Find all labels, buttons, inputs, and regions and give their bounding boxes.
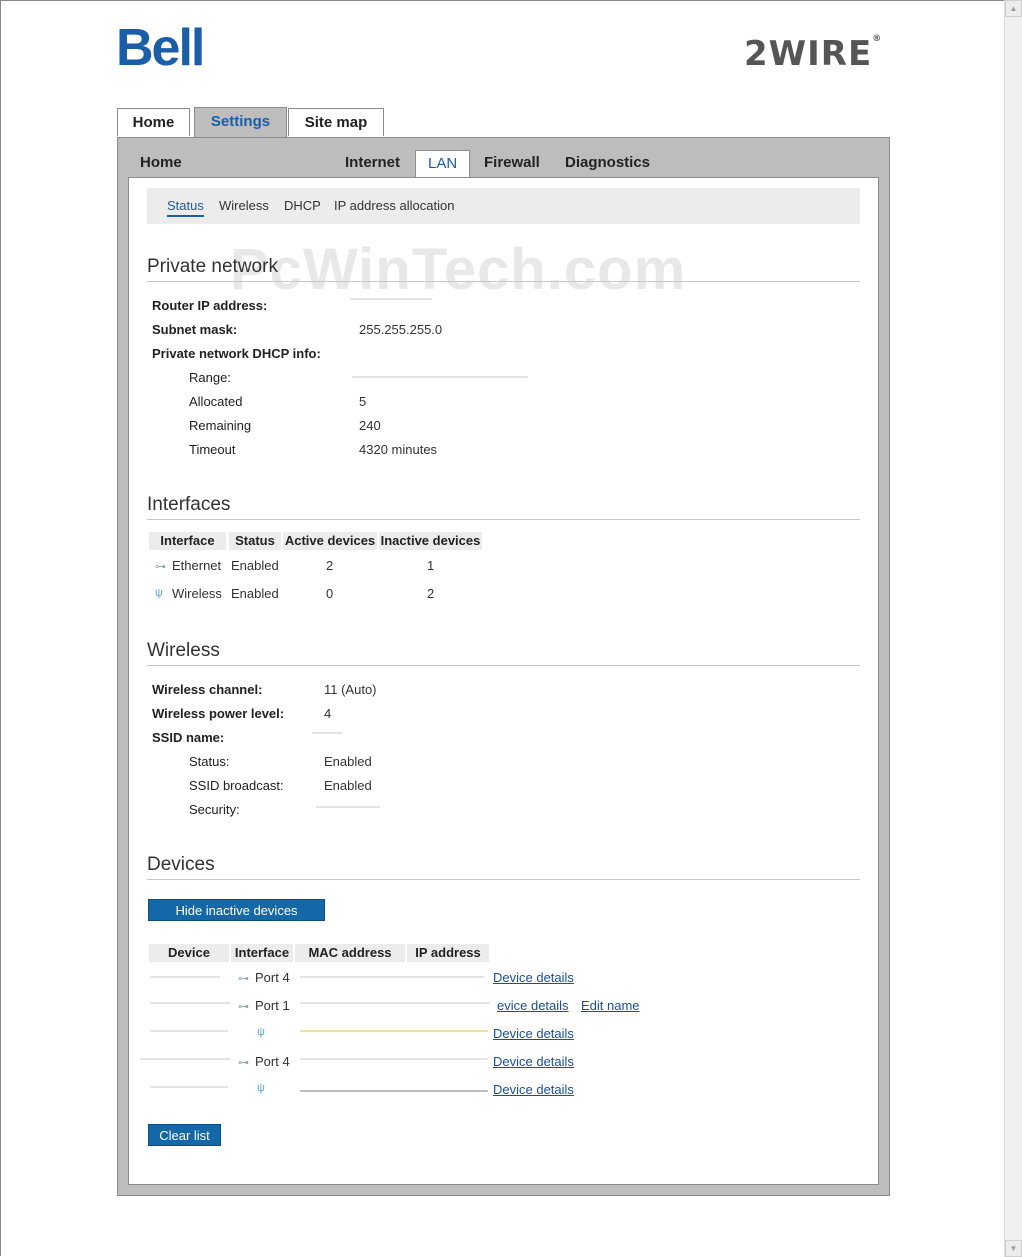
redacted-value	[150, 1030, 228, 1032]
tab-firewall[interactable]: Firewall	[484, 150, 540, 178]
redacted-value	[350, 298, 432, 300]
ssid-broadcast-value: Enabled	[324, 778, 372, 793]
col-inactive-devices: Inactive devices	[379, 532, 482, 550]
remaining-value: 240	[359, 418, 381, 433]
redacted-value	[312, 732, 342, 734]
nav-wireless[interactable]: Wireless	[219, 198, 269, 213]
wifi-icon: ψ	[155, 587, 163, 599]
devices-title: Devices	[147, 854, 215, 875]
inactive-count: 1	[427, 558, 435, 573]
interfaces-title: Interfaces	[147, 494, 231, 515]
lan-subnav: Status Wireless DHCP IP address allocati…	[147, 188, 860, 224]
col-mac-address: MAC address	[295, 944, 405, 962]
device-details-link[interactable]: evice details	[497, 998, 569, 1013]
ethernet-icon: ⊶	[238, 1001, 249, 1013]
redacted-value	[150, 976, 220, 978]
subnet-value: 255.255.255.0	[359, 322, 443, 337]
remaining-label: Remaining	[189, 418, 252, 433]
col-device: Device	[149, 944, 229, 962]
timeout-value: 4320 minutes	[359, 442, 438, 457]
divider	[147, 879, 860, 880]
vertical-scrollbar[interactable]: ▲ ▼	[1004, 0, 1022, 1257]
device-details-link[interactable]: Device details	[493, 1054, 574, 1069]
interface-status: Enabled	[231, 586, 279, 601]
tab-internet[interactable]: Internet	[345, 150, 400, 178]
redacted-value	[300, 1030, 488, 1032]
divider	[147, 281, 860, 282]
redacted-value	[352, 376, 528, 378]
tab-home[interactable]: Home	[117, 108, 190, 136]
range-label: Range:	[189, 370, 231, 385]
timeout-label: Timeout	[189, 442, 236, 457]
interface-name: Ethernet	[172, 558, 222, 573]
redacted-value	[140, 1058, 230, 1060]
ethernet-icon: ⊶	[238, 973, 249, 985]
redacted-value	[300, 1002, 490, 1004]
device-details-link[interactable]: Device details	[493, 1082, 574, 1097]
device-details-link[interactable]: Device details	[493, 1026, 574, 1041]
device-port: Port 1	[255, 998, 290, 1013]
ssid-broadcast-label: SSID broadcast:	[189, 778, 284, 793]
redacted-value	[316, 806, 380, 808]
hide-inactive-devices-button[interactable]: Hide inactive devices	[148, 899, 325, 921]
col-active-devices: Active devices	[283, 532, 377, 550]
clear-list-button[interactable]: Clear list	[148, 1124, 221, 1146]
wireless-status-value: Enabled	[324, 754, 372, 769]
router-ip-label: Router IP address:	[152, 298, 268, 313]
power-value: 4	[324, 706, 332, 721]
redacted-value	[300, 1058, 488, 1060]
subnet-label: Subnet mask:	[152, 322, 238, 337]
col-interface: Interface	[149, 532, 226, 550]
interface-status: Enabled	[231, 558, 279, 573]
tab-site-map[interactable]: Site map	[288, 108, 384, 136]
bell-logo: Bell	[116, 19, 205, 77]
tab-settings[interactable]: Settings	[194, 107, 287, 137]
scroll-down-icon[interactable]: ▼	[1005, 1240, 1022, 1257]
2wire-logo: 2WIRE®	[744, 34, 883, 74]
device-details-link[interactable]: Device details	[493, 970, 574, 985]
nav-dhcp[interactable]: DHCP	[284, 198, 321, 213]
watermark: PcWinTech.com	[230, 237, 687, 302]
ethernet-icon: ⊶	[238, 1057, 249, 1069]
power-label: Wireless power level:	[152, 706, 285, 721]
redacted-value	[150, 1086, 228, 1088]
active-count: 2	[326, 558, 334, 573]
inactive-count: 2	[427, 586, 435, 601]
interface-name: Wireless	[172, 586, 222, 601]
ethernet-icon: ⊶	[155, 561, 166, 573]
tab-lan[interactable]: LAN	[415, 150, 470, 178]
col-interface: Interface	[231, 944, 293, 962]
dhcp-info-label: Private network DHCP info:	[152, 346, 321, 361]
scroll-up-icon[interactable]: ▲	[1005, 0, 1022, 17]
wireless-title: Wireless	[147, 640, 220, 661]
ssid-label: SSID name:	[152, 730, 225, 745]
device-port: Port 4	[255, 970, 290, 985]
divider	[147, 519, 860, 520]
divider	[147, 665, 860, 666]
tab-home-networking-modem[interactable]: Home networking modem	[140, 150, 220, 223]
allocated-label: Allocated	[189, 394, 243, 409]
nav-status[interactable]: Status	[167, 198, 204, 217]
redacted-value	[150, 1002, 230, 1004]
allocated-value: 5	[359, 394, 367, 409]
col-ip-address: IP address	[407, 944, 489, 962]
private-network-title: Private network	[147, 256, 278, 277]
wifi-icon: ψ	[257, 1026, 265, 1038]
channel-value: 11 (Auto)	[324, 682, 377, 697]
security-label: Security:	[189, 802, 240, 817]
device-port: Port 4	[255, 1054, 290, 1069]
wireless-status-label: Status:	[189, 754, 230, 769]
wifi-icon: ψ	[257, 1082, 265, 1094]
redacted-value	[300, 1090, 488, 1092]
edit-name-link[interactable]: Edit name	[581, 998, 640, 1013]
redacted-value	[300, 976, 485, 978]
channel-label: Wireless channel:	[152, 682, 263, 697]
col-status: Status	[229, 532, 281, 550]
nav-ip-allocation[interactable]: IP address allocation	[334, 198, 454, 213]
tab-diagnostics[interactable]: Diagnostics	[565, 150, 650, 178]
active-count: 0	[326, 586, 334, 601]
